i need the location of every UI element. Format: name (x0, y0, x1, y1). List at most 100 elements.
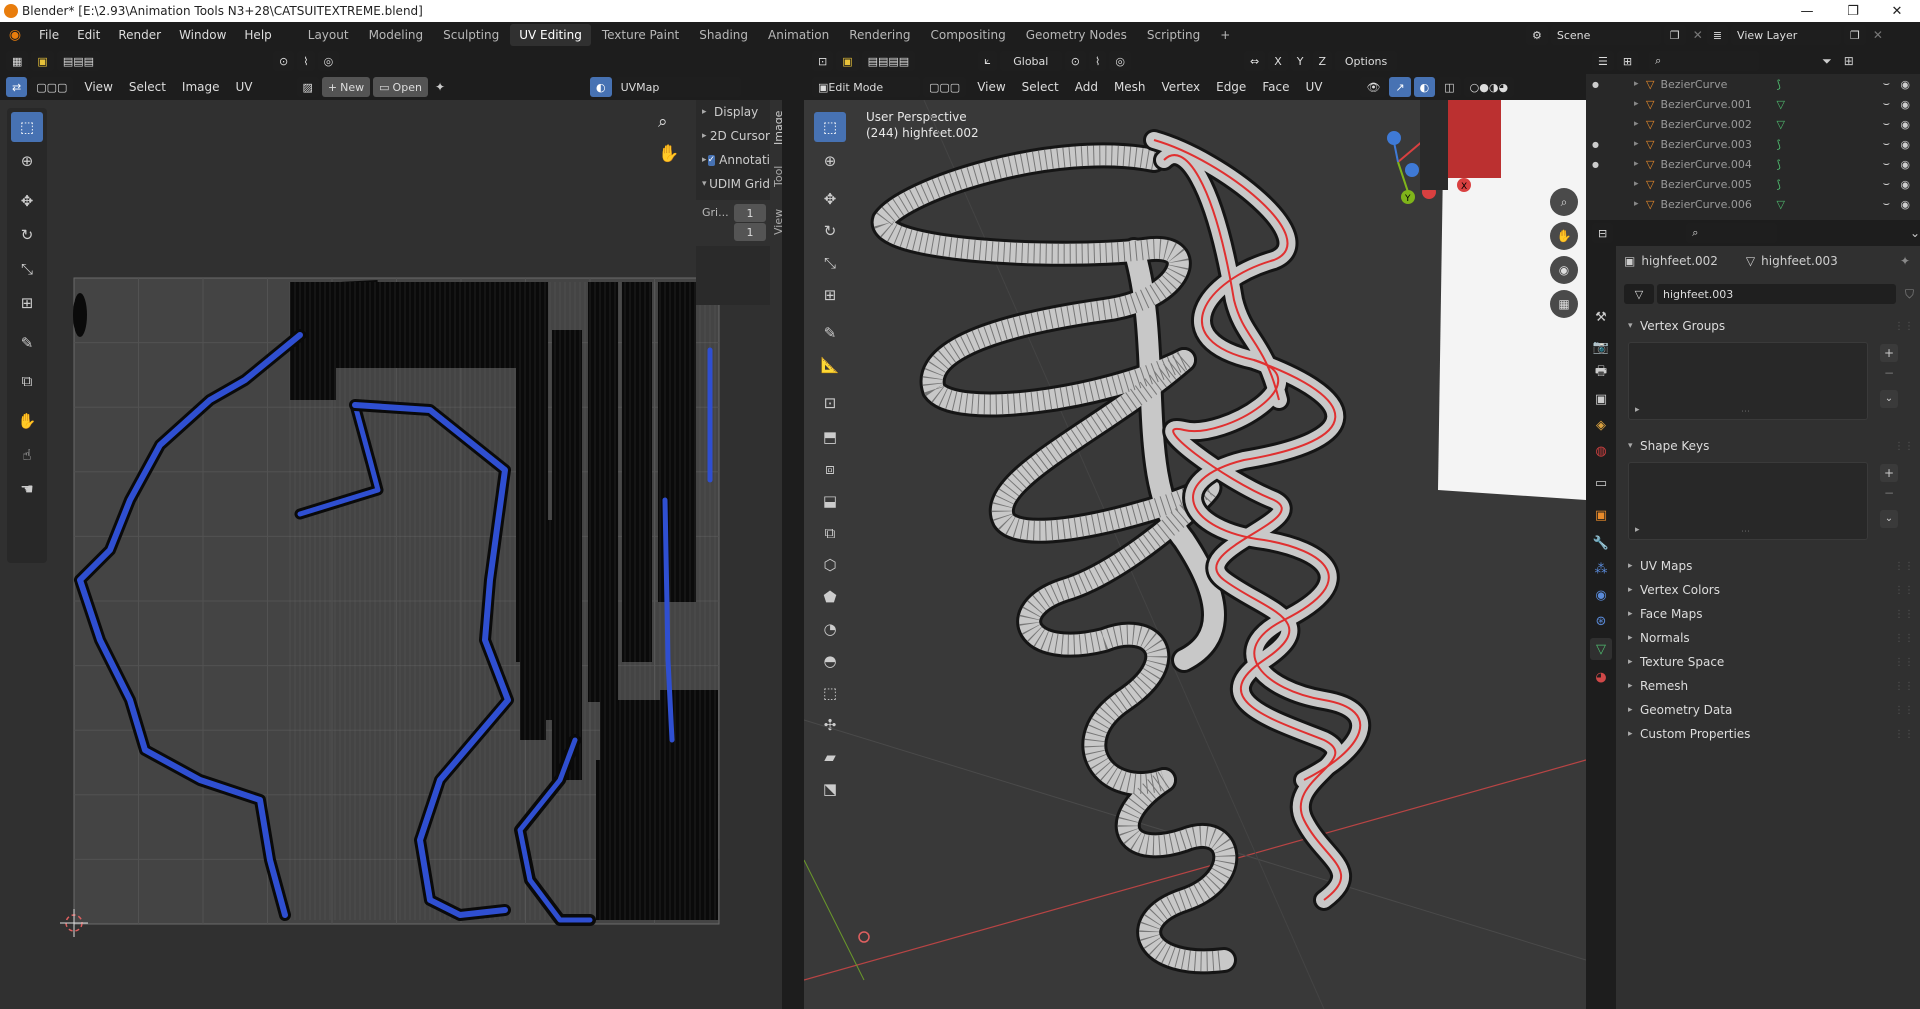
drag-handle-icon[interactable]: ⋮⋮ (1894, 609, 1914, 620)
tool-tab-icon[interactable]: ⚒ (1590, 306, 1612, 328)
prop-section[interactable]: ▸ Custom Properties ⋮⋮ (1616, 722, 1920, 746)
drag-handle-icon[interactable]: ⋮⋮ (1894, 585, 1914, 596)
render-visibility-icon[interactable]: ◉ (1900, 98, 1910, 111)
viewport-editor-type-icon[interactable]: ⊡ (812, 51, 834, 71)
panel-annotations[interactable]: ▸ ✓ Annotati (696, 148, 770, 172)
gizmo-icon[interactable]: ↗ (1389, 77, 1411, 97)
prop-section[interactable]: ▸ UV Maps ⋮⋮ (1616, 554, 1920, 578)
image-browse-icon[interactable]: ▨ (296, 77, 319, 97)
vp-zoom-icon[interactable]: ⌕ (1550, 188, 1578, 216)
outliner-item[interactable]: ▸ ▽ BezierCurve.005 ⟆ ⌣ ◉ (1586, 174, 1920, 194)
drag-handle-icon[interactable]: ⋮⋮ (1894, 657, 1914, 668)
mode-dropdown[interactable]: ▣ Edit Mode (812, 77, 920, 97)
remove-slot-icon[interactable]: − (1880, 484, 1898, 502)
output-tab-icon[interactable]: 🖶 (1590, 362, 1612, 384)
orientation-icon[interactable]: ⟀ (978, 51, 997, 71)
outliner-item[interactable]: ● ▸ ▽ BezierCurve ⟆ ⌣ ◉ (1586, 74, 1920, 94)
viewport-select-tool-icon[interactable]: ▣ (836, 51, 859, 71)
hide-viewport-icon[interactable]: ⌣ (1883, 137, 1890, 151)
menu-window[interactable]: Window (170, 22, 235, 48)
prop-section[interactable]: ▸ Normals ⋮⋮ (1616, 626, 1920, 650)
proportional-edit-icon[interactable]: ◎ (317, 51, 340, 71)
prop-section[interactable]: ▸ Remesh ⋮⋮ (1616, 674, 1920, 698)
physics-tab-icon[interactable]: ◉ (1590, 584, 1612, 606)
open-image-button[interactable]: ▭ Open (373, 77, 428, 97)
tab-scripting[interactable]: Scripting (1138, 24, 1209, 46)
expand-arrow-icon[interactable]: ▸ (1634, 119, 1646, 129)
view-layer-tab-icon[interactable]: ▣ (1590, 388, 1612, 410)
hide-viewport-icon[interactable]: ⌣ (1883, 97, 1890, 111)
sidebar-tab-tool[interactable]: Tool (772, 158, 782, 194)
axis-y-toggle[interactable]: Y (1290, 51, 1310, 71)
prop-section[interactable]: ▸ Texture Space ⋮⋮ (1616, 650, 1920, 674)
area-splitter[interactable] (782, 48, 804, 1009)
delete-view-layer-icon[interactable]: ✕ (1873, 28, 1883, 42)
material-tab-icon[interactable]: ◕ (1590, 666, 1612, 688)
hide-viewport-icon[interactable]: ⌣ (1883, 197, 1890, 211)
outliner-search-field[interactable]: ⌕ (1649, 51, 1760, 71)
drag-handle-icon[interactable]: ⋮⋮ (1894, 441, 1914, 452)
orientation-dropdown[interactable]: Global (999, 51, 1062, 71)
drag-handle-icon[interactable]: ⋮⋮ (1894, 633, 1914, 644)
tab-modeling[interactable]: Modeling (360, 24, 433, 46)
viewport-menu-vertex[interactable]: Vertex (1154, 80, 1209, 94)
visibility-icon[interactable]: 👁 (1360, 77, 1387, 97)
viewport-menu-uv[interactable]: UV (1297, 80, 1330, 94)
viewport-menu-edge[interactable]: Edge (1208, 80, 1254, 94)
expand-arrow-icon[interactable]: ▸ (1634, 99, 1646, 109)
outliner-item[interactable]: ● ▸ ▽ BezierCurve.003 ⟆ ⌣ ◉ (1586, 134, 1920, 154)
drag-handle-icon[interactable]: ⋮⋮ (1894, 729, 1914, 740)
tab-sculpting[interactable]: Sculpting (434, 24, 508, 46)
hide-viewport-icon[interactable]: ⌣ (1883, 77, 1890, 91)
axis-x-toggle[interactable]: X (1268, 51, 1288, 71)
pin-properties-icon[interactable]: ✦ (1900, 254, 1910, 268)
tab-rendering[interactable]: Rendering (840, 24, 919, 46)
minimize-button[interactable]: — (1784, 0, 1830, 22)
add-slot-icon[interactable]: + (1880, 464, 1898, 482)
outliner-item[interactable]: ▸ ▽ BezierCurve.001 ▽ ⌣ ◉ (1586, 94, 1920, 114)
hide-viewport-icon[interactable]: ⌣ (1883, 157, 1890, 171)
specials-menu-icon[interactable]: ⌄ (1880, 390, 1898, 408)
shading-mode-icons[interactable]: ○●◑◕ (1463, 77, 1515, 97)
uv-menu-image[interactable]: Image (174, 80, 228, 94)
uv-menu-view[interactable]: View (76, 80, 120, 94)
scene-field[interactable]: Scene (1550, 25, 1661, 45)
constraints-tab-icon[interactable]: ⊛ (1590, 610, 1612, 632)
list-resize-icon[interactable]: ⋯ (1741, 527, 1750, 537)
expand-arrow-icon[interactable]: ▸ (1634, 79, 1646, 89)
uv-sync-selection-icon[interactable]: ⇄ (6, 77, 28, 97)
expand-arrow-icon[interactable]: ▸ (1634, 179, 1646, 189)
render-visibility-icon[interactable]: ◉ (1900, 138, 1910, 151)
viewport-menu-mesh[interactable]: Mesh (1106, 80, 1154, 94)
sidebar-tab-image[interactable]: Image (772, 104, 782, 152)
pin-icon[interactable]: ✦ (435, 80, 445, 94)
prop-section[interactable]: ▸ Face Maps ⋮⋮ (1616, 602, 1920, 626)
new-view-layer-icon[interactable]: ❐ (1844, 25, 1866, 45)
drag-handle-icon[interactable]: ⋮⋮ (1894, 681, 1914, 692)
mirror-icon[interactable]: ⇔ (1244, 51, 1266, 71)
tab-shading[interactable]: Shading (690, 24, 757, 46)
add-slot-icon[interactable]: + (1880, 344, 1898, 362)
outliner-item[interactable]: ● ▸ ▽ BezierCurve.004 ⟆ ⌣ ◉ (1586, 154, 1920, 174)
viewport-proportional-icon[interactable]: ◎ (1109, 51, 1131, 71)
viewport-menu-select[interactable]: Select (1014, 80, 1067, 94)
object-tab-icon[interactable]: ▣ (1590, 504, 1612, 526)
scene-selector-icon[interactable]: ⚙ (1526, 25, 1548, 45)
select-box-tool-icon[interactable]: ▣ (31, 51, 54, 71)
remove-slot-icon[interactable]: − (1880, 364, 1898, 382)
prop-section[interactable]: ▸ Vertex Colors ⋮⋮ (1616, 578, 1920, 602)
viewport-overlay-icon[interactable]: ◐ (1413, 77, 1436, 97)
uv-menu-select[interactable]: Select (121, 80, 174, 94)
maximize-button[interactable]: ❐ (1830, 0, 1876, 22)
render-visibility-icon[interactable]: ◉ (1900, 158, 1910, 171)
uv-menu-uv[interactable]: UV (228, 80, 261, 94)
properties-editor-type-icon[interactable]: ⊟ (1592, 223, 1614, 243)
viewport-snap-icon[interactable]: ⌇ (1089, 51, 1107, 71)
outliner-filter-icon[interactable]: ⏷ (1822, 54, 1832, 69)
viewport-pivot-icon[interactable]: ⊙ (1064, 51, 1087, 71)
grid-y-field[interactable]: 1 (734, 223, 766, 241)
tab-animation[interactable]: Animation (759, 24, 838, 46)
expand-arrow-icon[interactable]: ▸ (1634, 159, 1646, 169)
prop-section[interactable]: ▾ Vertex Groups ⋮⋮ (1616, 314, 1920, 338)
expand-arrow-icon[interactable]: ▸ (1634, 199, 1646, 209)
